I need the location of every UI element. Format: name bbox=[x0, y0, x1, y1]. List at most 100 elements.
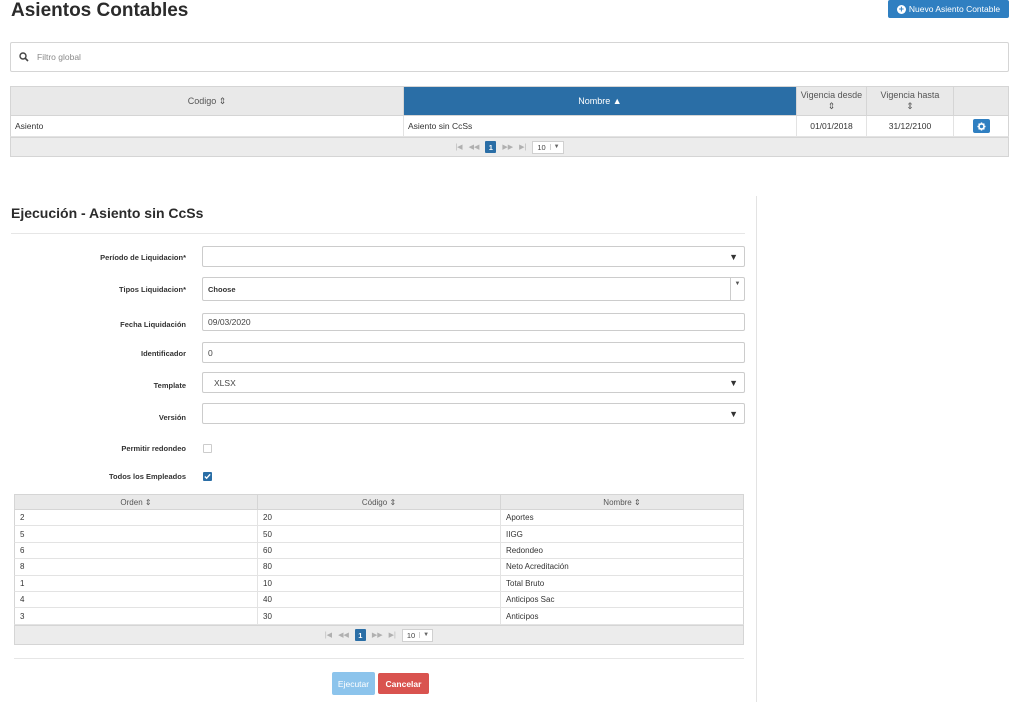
prev-page-icon[interactable]: ◀◀ bbox=[469, 143, 480, 151]
table-row[interactable]: 1 10 Total Bruto bbox=[14, 575, 744, 592]
column-label: Nombre bbox=[578, 95, 611, 106]
column-label: Codigo bbox=[187, 95, 217, 106]
chevron-down-icon: ▼ bbox=[729, 409, 738, 419]
fecha-value: 09/03/2020 bbox=[208, 317, 251, 327]
cell-codigo: 10 bbox=[258, 575, 501, 591]
settings-button[interactable] bbox=[972, 119, 990, 133]
divider bbox=[14, 658, 744, 659]
sort-icon: ⇕ bbox=[144, 497, 152, 507]
column-label: Orden bbox=[120, 497, 143, 507]
table-header: Codigo ⇕ Nombre ▲ Vigencia desde ⇕ Vigenc… bbox=[10, 86, 1009, 116]
tipos-liquidacion-select[interactable]: Choose ▼ bbox=[202, 277, 745, 301]
panel-divider bbox=[756, 196, 757, 702]
table-paginator: |◀ ◀◀ 1 ▶▶ ▶| 10 ▼ bbox=[10, 137, 1009, 157]
global-filter-input[interactable] bbox=[37, 50, 997, 64]
template-select[interactable]: XLSX ▼ bbox=[202, 372, 745, 393]
redondeo-label: Permitir redondeo bbox=[121, 444, 186, 453]
column-header-vigencia-desde[interactable]: Vigencia desde ⇕ bbox=[797, 87, 867, 115]
execute-button[interactable]: Ejecutar bbox=[332, 672, 375, 695]
cell-orden: 5 bbox=[15, 526, 258, 542]
check-icon bbox=[204, 473, 211, 480]
cell-codigo: 60 bbox=[258, 542, 501, 559]
first-page-icon[interactable]: |◀ bbox=[325, 631, 332, 639]
divider bbox=[11, 233, 745, 234]
table-row[interactable]: 5 50 IIGG bbox=[14, 526, 744, 543]
cell-nombre: Redondeo bbox=[506, 545, 543, 555]
column-header-orden[interactable]: Orden ⇕ bbox=[15, 495, 258, 509]
cell-orden: 6 bbox=[15, 542, 258, 559]
column-header-nombre[interactable]: Nombre ▲ bbox=[404, 87, 797, 115]
last-page-icon[interactable]: ▶| bbox=[389, 631, 396, 639]
table-paginator: |◀ ◀◀ 1 ▶▶ ▶| 10 ▼ bbox=[14, 625, 744, 645]
cell-orden: 1 bbox=[15, 575, 258, 591]
cell-nombre: Total Bruto bbox=[506, 578, 545, 588]
identificador-value: 0 bbox=[208, 347, 213, 358]
column-header-nombre[interactable]: Nombre ⇕ bbox=[501, 495, 743, 509]
last-page-icon[interactable]: ▶| bbox=[519, 143, 526, 151]
todos-empleados-checkbox[interactable] bbox=[203, 472, 212, 481]
cell-codigo: 80 bbox=[258, 559, 501, 575]
new-asiento-button-label: Nuevo Asiento Contable bbox=[908, 4, 1001, 14]
chevron-down-icon: ▼ bbox=[729, 252, 738, 262]
cell-orden: 2 bbox=[15, 510, 258, 526]
sort-icon: ⇕ bbox=[389, 497, 397, 507]
column-label: Vigencia hasta bbox=[880, 90, 940, 100]
table-row[interactable]: 8 80 Neto Acreditación bbox=[14, 559, 744, 576]
table-header: Orden ⇕ Código ⇕ Nombre ⇕ bbox=[14, 494, 744, 510]
periodo-select[interactable]: ▼ bbox=[202, 246, 745, 267]
cell-orden: 8 bbox=[15, 559, 258, 575]
rows-per-page-value: 10 bbox=[537, 142, 546, 152]
page-button[interactable]: 1 bbox=[354, 629, 366, 641]
fecha-label: Fecha Liquidación bbox=[120, 320, 186, 329]
identificador-input[interactable]: 0 bbox=[202, 342, 745, 363]
sort-icon: ⇕ bbox=[827, 101, 836, 111]
tipos-value: Choose bbox=[208, 284, 236, 294]
chevron-down-icon: ▼ bbox=[729, 378, 738, 388]
column-label: Nombre bbox=[603, 497, 632, 507]
cell-nombre: IIGG bbox=[506, 529, 523, 539]
table-row[interactable]: Asiento Asiento sin CcSs 01/01/2018 31/1… bbox=[10, 116, 1009, 137]
sort-icon: ⇕ bbox=[633, 497, 641, 507]
page-button[interactable]: 1 bbox=[485, 141, 497, 153]
sort-icon: ⇕ bbox=[906, 101, 914, 111]
next-page-icon[interactable]: ▶▶ bbox=[372, 631, 383, 639]
global-filter bbox=[10, 42, 1009, 72]
table-row[interactable]: 3 30 Anticipos bbox=[14, 608, 744, 625]
rows-per-page-select[interactable]: 10 ▼ bbox=[532, 140, 564, 154]
new-asiento-button[interactable]: + Nuevo Asiento Contable bbox=[888, 0, 1009, 18]
cell-codigo: 50 bbox=[258, 526, 501, 542]
cell-codigo: 30 bbox=[258, 608, 501, 624]
table-row[interactable]: 6 60 Redondeo bbox=[14, 542, 744, 560]
search-icon bbox=[11, 43, 36, 71]
table-row[interactable]: 4 40 Anticipos Sac bbox=[14, 592, 744, 609]
column-header-codigo[interactable]: Código ⇕ bbox=[258, 495, 501, 509]
table-row[interactable]: 2 20 Aportes bbox=[14, 510, 744, 527]
chevron-down-icon: ▼ bbox=[730, 278, 744, 300]
cell-nombre: Anticipos bbox=[506, 611, 539, 621]
column-header-vigencia-hasta[interactable]: Vigencia hasta ⇕ bbox=[867, 87, 954, 115]
cell-actions bbox=[954, 116, 1008, 136]
template-label: Template bbox=[153, 381, 186, 390]
periodo-label: Período de Liquidacion* bbox=[100, 253, 186, 262]
version-select[interactable]: ▼ bbox=[202, 403, 745, 424]
column-header-codigo[interactable]: Codigo ⇕ bbox=[11, 87, 404, 115]
execution-title: Ejecución - Asiento sin CcSs bbox=[11, 205, 204, 221]
prev-page-icon[interactable]: ◀◀ bbox=[338, 631, 349, 639]
cancel-button[interactable]: Cancelar bbox=[378, 673, 429, 694]
column-label: Vigencia desde bbox=[800, 90, 863, 100]
cell-orden: 4 bbox=[15, 592, 258, 608]
fecha-liquidacion-input[interactable]: 09/03/2020 bbox=[202, 313, 745, 331]
gear-icon bbox=[976, 121, 986, 131]
plus-circle-icon: + bbox=[896, 3, 906, 14]
cell-nombre: Neto Acreditación bbox=[506, 562, 569, 572]
next-page-icon[interactable]: ▶▶ bbox=[502, 143, 513, 151]
column-header-actions bbox=[954, 87, 1008, 115]
chevron-down-icon: ▼ bbox=[419, 632, 432, 638]
todos-label: Todos los Empleados bbox=[109, 472, 186, 481]
permitir-redondeo-checkbox[interactable] bbox=[203, 444, 212, 453]
first-page-icon[interactable]: |◀ bbox=[455, 143, 462, 151]
page-title: Asientos Contables bbox=[11, 0, 189, 21]
cell-nombre: Asiento sin CcSs bbox=[404, 116, 797, 136]
rows-per-page-select[interactable]: 10 ▼ bbox=[401, 628, 434, 642]
column-label: Código bbox=[361, 497, 388, 507]
